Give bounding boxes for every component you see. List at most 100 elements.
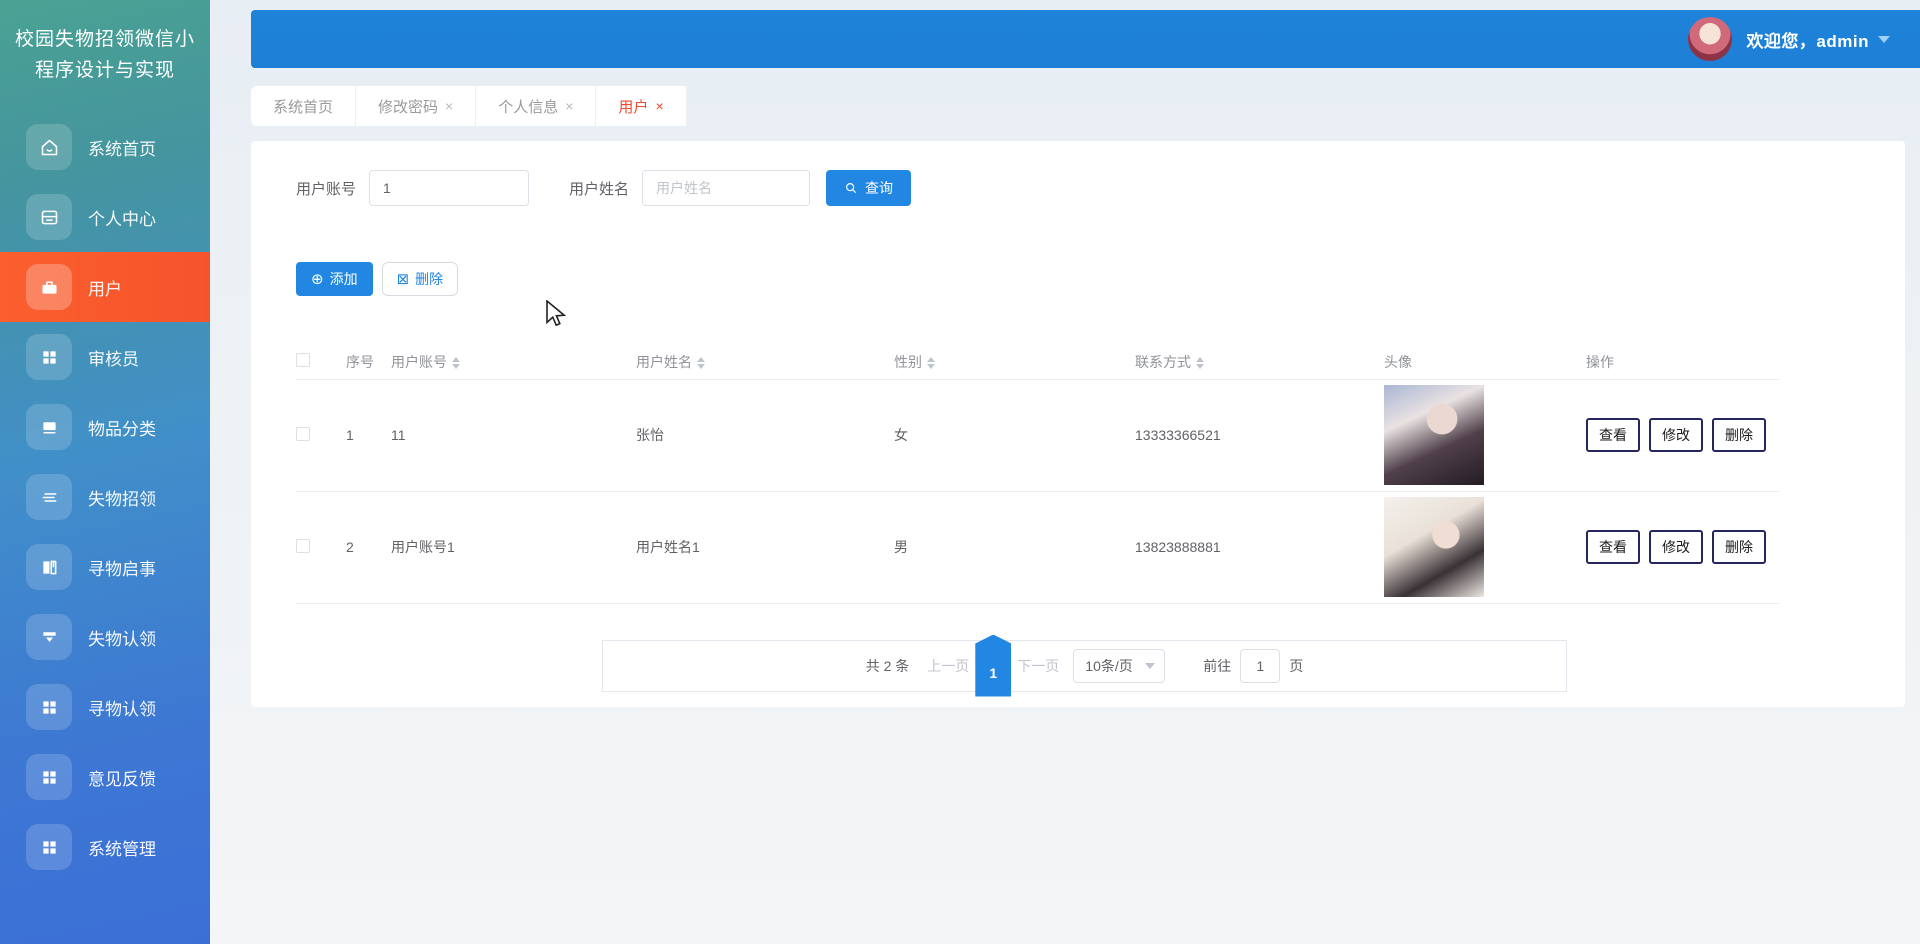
home-icon: [26, 124, 72, 170]
row-actions: 查看 修改 删除: [1586, 418, 1780, 452]
sidebar-item-label: 个人中心: [88, 209, 156, 229]
tab-label: 系统首页: [273, 98, 334, 116]
prev-page-button[interactable]: 上一页: [927, 656, 969, 676]
sidebar-item-label: 寻物认领: [88, 699, 156, 719]
total-count: 共 2 条: [865, 657, 910, 674]
column-header-account[interactable]: 用户账号: [391, 345, 636, 380]
close-icon[interactable]: ×: [655, 98, 663, 114]
search-form: 用户账号 用户姓名 查询: [296, 141, 1905, 206]
tab-users[interactable]: 用户 ×: [596, 86, 687, 126]
user-avatar[interactable]: [1688, 17, 1733, 61]
name-input[interactable]: [642, 170, 811, 206]
cell-account: 11: [391, 379, 636, 492]
cell-gender: 女: [894, 379, 1135, 492]
delete-button[interactable]: ⊠ 删除: [381, 262, 459, 296]
toolbar: ⊕ 添加 ⊠ 删除: [296, 262, 1905, 296]
sidebar-item-label: 意见反馈: [88, 769, 156, 789]
sort-icon[interactable]: [1196, 357, 1204, 370]
delete-row-button[interactable]: 删除: [1712, 418, 1766, 452]
column-header-phone[interactable]: 联系方式: [1135, 345, 1384, 380]
name-label: 用户姓名: [569, 180, 630, 198]
sidebar-item-system-admin[interactable]: 系统管理: [0, 812, 210, 882]
edit-button[interactable]: 修改: [1649, 418, 1703, 452]
view-button[interactable]: 查看: [1586, 418, 1640, 452]
tab-label: 用户: [618, 98, 649, 116]
sidebar-item-profile[interactable]: 个人中心: [0, 182, 210, 252]
sort-icon[interactable]: [927, 357, 935, 370]
sidebar-item-auditor[interactable]: 审核员: [0, 322, 210, 392]
grid-icon: [26, 754, 72, 800]
funnel-icon: [26, 614, 72, 660]
grid-icon: [26, 684, 72, 730]
delete-row-button[interactable]: 删除: [1712, 530, 1766, 564]
table-row: 1 11 张怡 女 13333366521 查看 修改 删除: [296, 379, 1780, 492]
column-header-name[interactable]: 用户姓名: [636, 345, 894, 380]
add-button[interactable]: ⊕ 添加: [296, 262, 373, 296]
cell-phone: 13333366521: [1135, 379, 1384, 492]
goto-label: 前往: [1203, 657, 1232, 674]
chevron-down-icon: [1145, 662, 1156, 669]
grid-icon: [26, 334, 72, 380]
sidebar-item-label: 审核员: [88, 349, 139, 369]
avatar-photo: [1384, 497, 1484, 597]
select-all-checkbox[interactable]: [296, 353, 310, 368]
sidebar-item-label: 系统管理: [88, 839, 156, 859]
grid-icon: [26, 824, 72, 870]
user-table: 序号 用户账号 用户姓名 性别 联系方式 头像 操作 1 11 张怡 女 133…: [296, 345, 1780, 604]
avatar-photo: [1384, 385, 1484, 485]
plus-circle-icon: ⊕: [311, 270, 324, 288]
column-header-gender[interactable]: 性别: [894, 345, 1135, 380]
book-icon: [26, 544, 72, 590]
sort-icon[interactable]: [697, 357, 705, 370]
view-button[interactable]: 查看: [1586, 530, 1640, 564]
close-icon[interactable]: ×: [445, 98, 453, 114]
table-header-row: 序号 用户账号 用户姓名 性别 联系方式 头像 操作: [296, 345, 1780, 380]
briefcase-icon: [26, 264, 72, 310]
close-square-icon: ⊠: [396, 270, 410, 288]
tab-label: 修改密码: [378, 98, 439, 116]
close-icon[interactable]: ×: [565, 98, 573, 114]
sidebar-item-lost-notice[interactable]: 寻物启事: [0, 532, 210, 602]
row-checkbox[interactable]: [296, 538, 310, 553]
sidebar-item-users[interactable]: 用户: [0, 252, 210, 322]
app-title: 校园失物招领微信小程序设计与实现: [14, 29, 195, 81]
cell-index: 2: [346, 491, 391, 604]
goto-page-input[interactable]: [1240, 648, 1281, 683]
chat-stack-icon: [26, 404, 72, 450]
page: 校园失物招领微信小程序设计与实现 系统首页 个人中心 用户 审核员 物品分类 失…: [0, 0, 1920, 944]
welcome-text: 欢迎您，admin: [1746, 31, 1869, 51]
cell-name: 用户姓名1: [636, 491, 894, 604]
tab-change-password[interactable]: 修改密码 ×: [356, 86, 477, 126]
sidebar-item-lost-found[interactable]: 失物招领: [0, 462, 210, 532]
list-lines-icon: [26, 474, 72, 520]
account-input[interactable]: [369, 170, 530, 206]
page-size-select[interactable]: 10条/页: [1073, 648, 1166, 683]
chevron-down-icon[interactable]: [1878, 35, 1890, 43]
sort-icon[interactable]: [452, 357, 460, 370]
sidebar-item-lost-claim[interactable]: 失物认领: [0, 602, 210, 672]
sidebar-item-feedback[interactable]: 意见反馈: [0, 742, 210, 812]
sidebar-item-home[interactable]: 系统首页: [0, 112, 210, 182]
sidebar-item-find-claim[interactable]: 寻物认领: [0, 672, 210, 742]
query-button[interactable]: 查询: [826, 170, 912, 206]
tab-home[interactable]: 系统首页: [251, 86, 357, 126]
content-card: 用户账号 用户姓名 查询 ⊕ 添加 ⊠ 删除: [251, 141, 1905, 707]
next-page-button[interactable]: 下一页: [1017, 656, 1059, 676]
sidebar-menu: 系统首页 个人中心 用户 审核员 物品分类 失物招领 寻物启事 失物认领 寻物认…: [0, 112, 210, 882]
goto-suffix-label: 页: [1289, 657, 1304, 674]
sidebar-item-label: 失物招领: [88, 489, 156, 509]
sidebar-item-label: 用户: [88, 279, 122, 299]
current-page-button[interactable]: 1: [975, 634, 1012, 697]
page-size-value: 10条/页: [1085, 657, 1133, 674]
edit-button[interactable]: 修改: [1649, 530, 1703, 564]
column-header-index: 序号: [346, 345, 391, 380]
row-actions: 查看 修改 删除: [1586, 530, 1780, 564]
tab-personal-info[interactable]: 个人信息 ×: [476, 86, 597, 126]
column-header-avatar: 头像: [1384, 345, 1586, 380]
row-checkbox[interactable]: [296, 426, 310, 441]
sidebar: 校园失物招领微信小程序设计与实现 系统首页 个人中心 用户 审核员 物品分类 失…: [0, 0, 210, 944]
tab-label: 个人信息: [498, 98, 559, 116]
pagination: 共 2 条 上一页 1 下一页 10条/页 前往 页: [602, 634, 1567, 697]
cell-phone: 13823888881: [1135, 491, 1384, 604]
sidebar-item-item-category[interactable]: 物品分类: [0, 392, 210, 462]
